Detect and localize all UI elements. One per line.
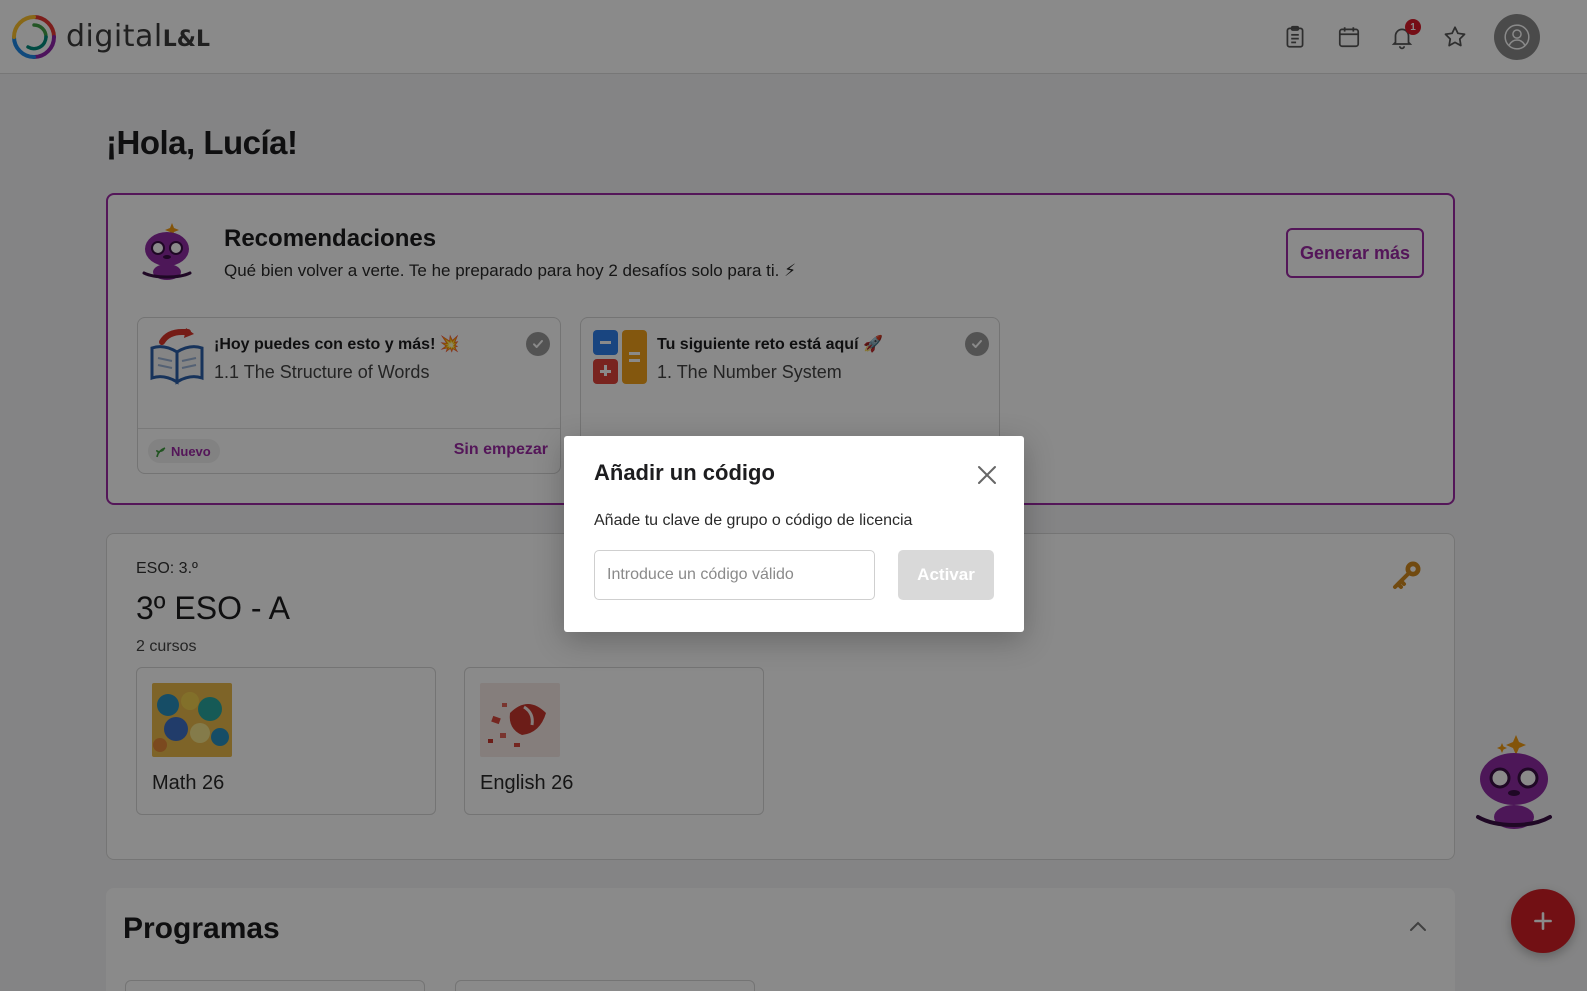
- dialog-description: Añade tu clave de grupo o código de lice…: [594, 512, 913, 529]
- activate-button[interactable]: Activar: [898, 550, 994, 600]
- add-code-dialog: Añadir un código Añade tu clave de grupo…: [564, 436, 1024, 632]
- dialog-title: Añadir un código: [594, 460, 775, 485]
- close-icon[interactable]: [974, 462, 1000, 488]
- code-input[interactable]: [594, 550, 875, 600]
